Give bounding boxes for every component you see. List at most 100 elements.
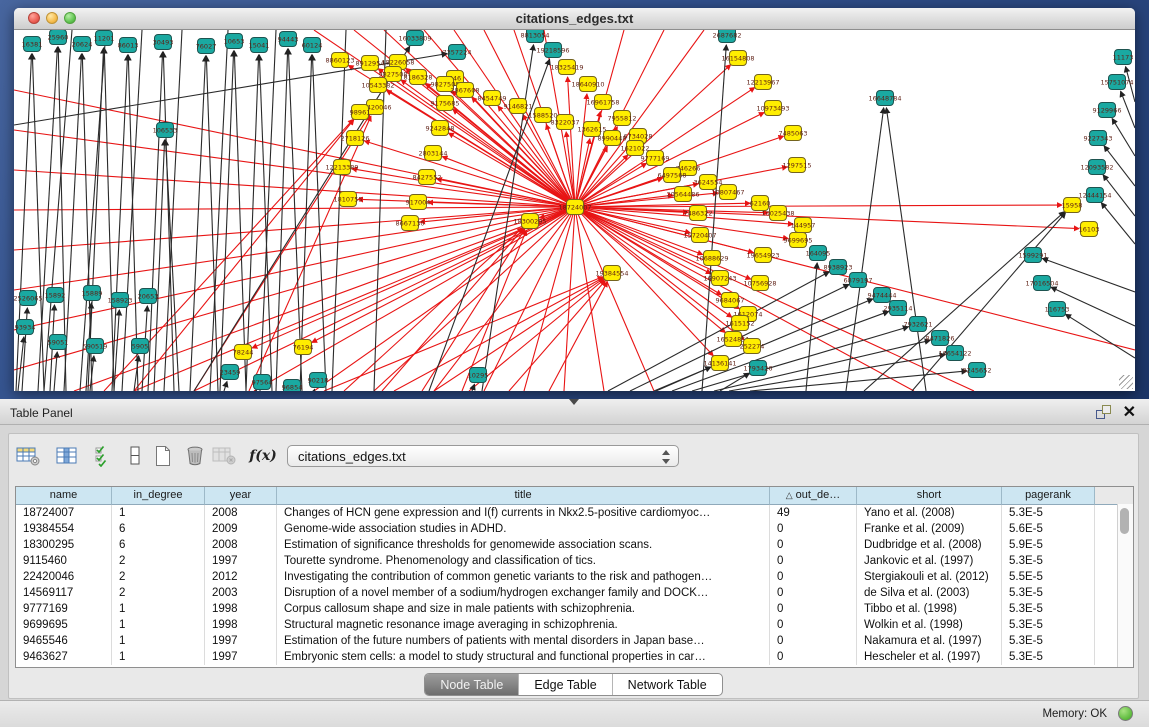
citation-edge-black[interactable] (846, 108, 884, 391)
delete-column-icon[interactable] (181, 441, 209, 471)
citation-edge-black[interactable] (210, 30, 228, 391)
table-cell[interactable]: 9115460 (16, 553, 112, 569)
column-header-out_de[interactable]: △out_de… (770, 487, 857, 505)
table-cell[interactable]: 2009 (205, 521, 277, 537)
table-cell[interactable]: Jankovic et al. (1997) (857, 553, 1002, 569)
table-cell[interactable]: de Silva et al. (2003) (857, 585, 1002, 601)
citation-edge-red[interactable] (14, 207, 575, 330)
table-row[interactable]: 977716911998Corpus callosum shape and si… (16, 601, 1133, 617)
splitpane-collapse-icon[interactable] (569, 399, 579, 405)
table-cell[interactable]: Tibbo et al. (1998) (857, 601, 1002, 617)
table-cell[interactable]: 1 (112, 505, 205, 521)
citation-edge-red[interactable] (575, 207, 974, 391)
citation-edge-black[interactable] (886, 108, 926, 391)
table-cell[interactable]: 5.3E-5 (1002, 553, 1095, 569)
table-cell[interactable]: Estimation of the future numbers of pati… (277, 633, 770, 649)
table-row[interactable]: 946362711997Embryonic stem cells: a mode… (16, 649, 1133, 665)
table-cell[interactable]: Genome-wide association studies in ADHD. (277, 521, 770, 537)
table-selector-dropdown[interactable]: citations_edges.txt (287, 445, 679, 467)
select-columns-icon[interactable] (89, 441, 117, 471)
column-header-year[interactable]: year (205, 487, 277, 505)
table-cell[interactable]: 1997 (205, 649, 277, 665)
table-cell[interactable]: 19384554 (16, 521, 112, 537)
citation-edge-black[interactable] (164, 30, 182, 391)
citation-edge-black[interactable] (32, 54, 44, 391)
citation-edge-red[interactable] (434, 279, 604, 391)
citation-edge-black[interactable] (276, 49, 288, 391)
tab-node-table[interactable]: Node Table (425, 674, 519, 695)
citation-edge-black[interactable] (80, 30, 106, 391)
tab-edge-table[interactable]: Edge Table (519, 674, 612, 695)
table-cell[interactable]: 5.3E-5 (1002, 617, 1095, 633)
table-cell[interactable]: 0 (770, 633, 857, 649)
table-cell[interactable]: 1998 (205, 617, 277, 633)
close-panel-icon[interactable]: ✕ (1123, 402, 1136, 422)
table-row[interactable]: 1456911722003Disruption of a novel membe… (16, 585, 1133, 601)
table-cell[interactable]: Tourette syndrome. Phenomenology and cla… (277, 553, 770, 569)
table-cell[interactable]: 5.3E-5 (1002, 601, 1095, 617)
new-column-icon[interactable] (149, 441, 177, 471)
table-cell[interactable]: 1 (112, 649, 205, 665)
table-cell[interactable]: 9463627 (16, 649, 112, 665)
citation-edge-black[interactable] (234, 51, 246, 391)
table-row[interactable]: 946554611997Estimation of the future num… (16, 633, 1133, 649)
table-cell[interactable]: 6 (112, 537, 205, 553)
table-cell[interactable]: 22420046 (16, 569, 112, 585)
citation-edge-red[interactable] (394, 278, 603, 391)
citation-edge-red[interactable] (484, 207, 575, 391)
table-cell[interactable]: Structural magnetic resonance image aver… (277, 617, 770, 633)
memory-ok-icon[interactable] (1118, 706, 1133, 721)
table-cell[interactable]: 14569117 (16, 585, 112, 601)
column-header-name[interactable]: name (16, 487, 112, 505)
table-cell[interactable]: 2 (112, 553, 205, 569)
table-row[interactable]: 911546021997Tourette syndrome. Phenomeno… (16, 553, 1133, 569)
citation-edge-red[interactable] (254, 207, 575, 391)
row-height-icon[interactable] (121, 441, 149, 471)
table-row[interactable]: 969969511998Structural magnetic resonanc… (16, 617, 1133, 633)
citation-edge-black[interactable] (912, 213, 1065, 391)
table-cell[interactable]: 1997 (205, 553, 277, 569)
citation-edge-black[interactable] (314, 389, 315, 391)
table-cell[interactable]: 5.3E-5 (1002, 633, 1095, 649)
table-cell[interactable]: 6 (112, 521, 205, 537)
citation-edge-black[interactable] (246, 55, 259, 391)
column-header-pagerank[interactable]: pagerank (1002, 487, 1095, 505)
citation-edge-black[interactable] (1112, 119, 1135, 156)
table-cell[interactable]: Corpus callosum shape and size in male p… (277, 601, 770, 617)
float-panel-icon[interactable] (1096, 405, 1111, 419)
citation-edge-red[interactable] (434, 207, 575, 391)
citation-edge-black[interactable] (806, 263, 817, 391)
table-cell[interactable]: 0 (770, 649, 857, 665)
table-cell[interactable]: 9465546 (16, 633, 112, 649)
table-cell[interactable]: Disruption of a novel member of a sodium… (277, 585, 770, 601)
table-cell[interactable]: 5.9E-5 (1002, 537, 1095, 553)
table-cell[interactable]: 1 (112, 601, 205, 617)
table-panel-header[interactable]: Table Panel ✕ (0, 399, 1149, 425)
table-cell[interactable]: 5.3E-5 (1002, 649, 1095, 665)
citation-edge-black[interactable] (332, 30, 346, 391)
table-cell[interactable]: Hescheler et al. (1997) (857, 649, 1002, 665)
table-cell[interactable]: 5.6E-5 (1002, 521, 1095, 537)
table-cell[interactable]: 18724007 (16, 505, 112, 521)
table-cell[interactable]: 2 (112, 585, 205, 601)
table-cell[interactable]: 0 (770, 585, 857, 601)
citation-edge-black[interactable] (190, 56, 206, 391)
citation-edge-red[interactable] (134, 207, 575, 391)
table-cell[interactable]: Dudbridge et al. (2008) (857, 537, 1002, 553)
table-cell[interactable]: 0 (770, 553, 857, 569)
table-cell[interactable]: Wolkin et al. (1998) (857, 617, 1002, 633)
table-cell[interactable]: 1 (112, 633, 205, 649)
table-cell[interactable]: 18300295 (16, 537, 112, 553)
citation-edge-black[interactable] (224, 382, 227, 391)
window-resize-grip[interactable] (1119, 375, 1133, 389)
column-header-title[interactable]: title (277, 487, 770, 505)
table-cell[interactable]: 0 (770, 569, 857, 585)
table-cell[interactable]: Franke et al. (2009) (857, 521, 1002, 537)
table-row[interactable]: 1938455462009Genome-wide association stu… (16, 521, 1133, 537)
table-cell[interactable]: 1997 (205, 633, 277, 649)
network-canvas[interactable]: 1872400788601238912954182260589827508818… (14, 30, 1135, 391)
column-header-short[interactable]: short (857, 487, 1002, 505)
table-cell[interactable]: Embryonic stem cells: a model to study s… (277, 649, 770, 665)
table-cell[interactable]: 0 (770, 601, 857, 617)
table-cell[interactable]: Yano et al. (2008) (857, 505, 1002, 521)
